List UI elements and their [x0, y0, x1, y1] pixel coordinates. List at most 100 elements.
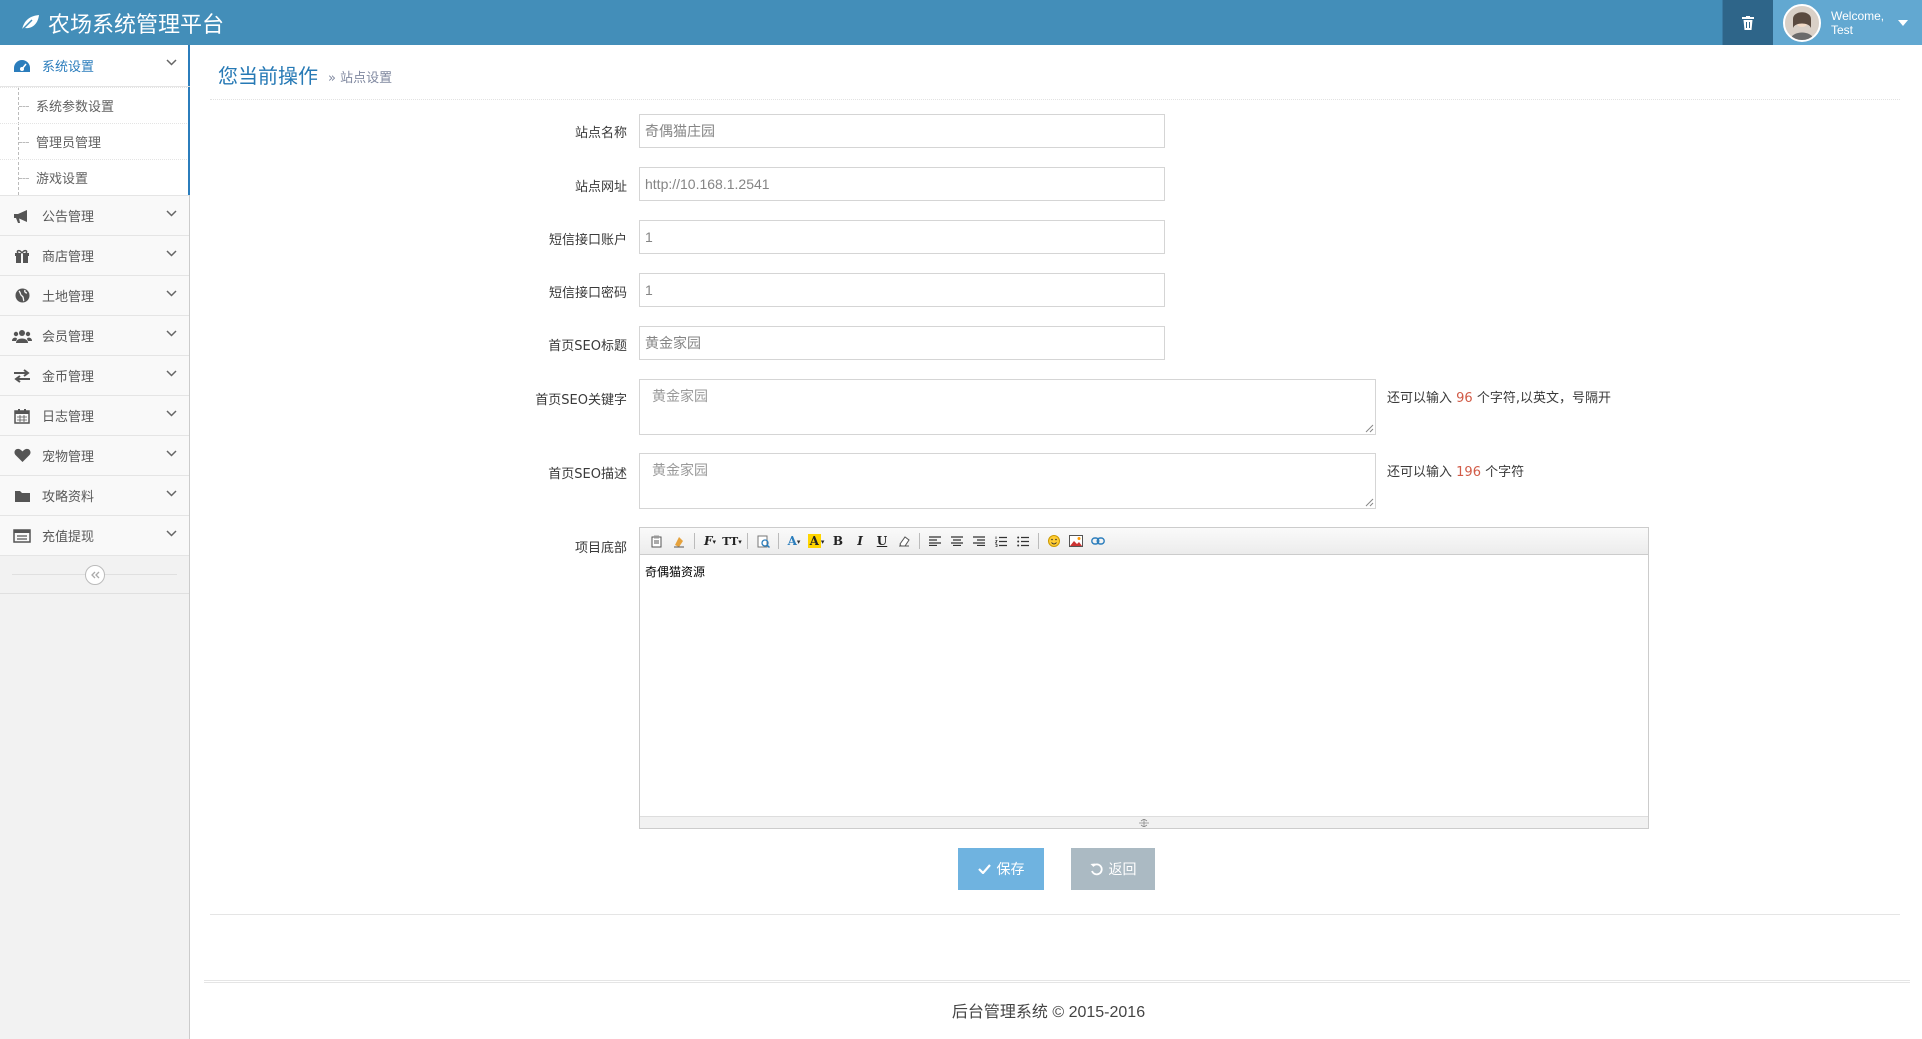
chevron-down-icon	[166, 530, 177, 537]
ordered-list-icon[interactable]	[990, 531, 1012, 551]
align-center-icon[interactable]	[946, 531, 968, 551]
trash-icon	[1741, 15, 1754, 30]
sidebar-item-label: 充值提现	[42, 530, 95, 545]
unordered-list-icon[interactable]	[1012, 531, 1034, 551]
caret-down-icon	[1898, 19, 1909, 26]
check-icon	[977, 864, 991, 874]
save-button[interactable]: 保存	[958, 848, 1044, 890]
sidebar-subitem-admins[interactable]: 管理员管理	[0, 123, 189, 159]
resize-handle-icon	[1139, 818, 1149, 827]
footer-field-label: 项目底部	[574, 541, 627, 556]
undo-icon	[1090, 862, 1103, 875]
seo-title-label: 首页SEO标题	[548, 339, 627, 354]
seo-desc-label: 首页SEO描述	[548, 467, 627, 482]
site-url-input[interactable]: http://10.168.1.2541	[639, 167, 1165, 201]
chevron-down-icon	[166, 490, 177, 497]
chevron-down-icon	[166, 59, 177, 66]
sidebar-item-label: 攻略资料	[42, 490, 95, 505]
calendar-icon	[14, 408, 30, 424]
sidebar-collapse-bar	[0, 556, 189, 594]
sidebar-subitem-game[interactable]: 游戏设置	[0, 159, 189, 195]
sidebar-item-logs[interactable]: 日志管理	[0, 396, 189, 436]
avatar	[1783, 3, 1821, 42]
sms-account-input[interactable]: 1	[639, 220, 1165, 254]
align-left-icon[interactable]	[924, 531, 946, 551]
resize-grip-icon[interactable]	[1365, 498, 1374, 507]
heart-icon	[13, 448, 31, 462]
clear-cache-button[interactable]	[1722, 0, 1772, 45]
app-title: 农场系统管理平台	[48, 12, 225, 38]
gift-icon	[15, 249, 29, 263]
globe-icon	[15, 288, 29, 303]
sidebar-item-land[interactable]: 土地管理	[0, 276, 189, 316]
rich-text-editor: F ▾ TT ▾ A ▾ A ▾ B I U 奇偶猫资源	[639, 527, 1649, 829]
sidebar-item-recharge[interactable]: 充值提现	[0, 516, 189, 556]
sidebar-item-shop[interactable]: 商店管理	[0, 236, 189, 276]
paste-icon[interactable]	[646, 531, 668, 551]
leaf-icon	[20, 14, 39, 32]
image-icon[interactable]	[1065, 531, 1087, 551]
brand[interactable]: 农场系统管理平台	[20, 0, 224, 45]
font-size-icon[interactable]: TT ▾	[721, 531, 743, 551]
chevron-down-icon	[166, 370, 177, 377]
sms-password-input[interactable]: 1	[639, 273, 1165, 307]
sidebar-item-label: 宠物管理	[42, 450, 95, 465]
sidebar-item-announcements[interactable]: 公告管理	[0, 196, 189, 236]
seo-desc-textarea[interactable]: 黄金家园	[639, 453, 1376, 509]
seo-desc-hint: 还可以输入 196 个字符	[1387, 465, 1525, 480]
seo-keywords-label: 首页SEO关键字	[535, 393, 627, 408]
breadcrumb: 您当前操作 » 站点设置	[210, 50, 1900, 100]
double-angle-left-icon	[91, 571, 100, 579]
sms-password-label: 短信接口密码	[548, 286, 627, 301]
sidebar-collapse-button[interactable]	[85, 565, 105, 585]
editor-resize-handle[interactable]	[640, 816, 1648, 828]
seo-keywords-hint: 还可以输入 96 个字符,以英文，号隔开	[1387, 391, 1611, 406]
resize-grip-icon[interactable]	[1365, 424, 1374, 433]
submenu-system-settings: 系统参数设置 管理员管理 游戏设置	[0, 87, 190, 196]
sidebar-item-guides[interactable]: 攻略资料	[0, 476, 189, 516]
user-menu[interactable]: Welcome, Test	[1772, 0, 1922, 45]
seo-title-input[interactable]: 黄金家园	[639, 326, 1165, 360]
align-right-icon[interactable]	[968, 531, 990, 551]
underline-icon[interactable]: U	[871, 531, 893, 551]
site-name-label: 站点名称	[574, 126, 627, 141]
chevron-down-icon	[166, 250, 177, 257]
footer-divider	[204, 980, 1910, 983]
exchange-icon	[14, 368, 30, 383]
sidebar-item-pets[interactable]: 宠物管理	[0, 436, 189, 476]
users-icon	[12, 329, 32, 343]
sidebar-item-label: 金币管理	[42, 370, 95, 385]
breadcrumb-current: » 站点设置	[328, 71, 393, 86]
italic-icon[interactable]: I	[849, 531, 871, 551]
link-icon[interactable]	[1087, 531, 1109, 551]
sidebar: 系统设置 系统参数设置 管理员管理 游戏设置 公告管理 商店管理 土地管理 会员…	[0, 45, 190, 1039]
chevron-down-icon	[166, 410, 177, 417]
editor-content[interactable]: 奇偶猫资源	[640, 555, 1648, 588]
eraser-icon[interactable]	[668, 531, 690, 551]
chevron-down-icon	[166, 330, 177, 337]
chevron-down-icon	[166, 290, 177, 297]
remove-format-icon[interactable]	[893, 531, 915, 551]
sidebar-item-label: 日志管理	[42, 410, 95, 425]
sidebar-item-label: 公告管理	[42, 210, 95, 225]
bold-icon[interactable]: B	[827, 531, 849, 551]
sidebar-item-coins[interactable]: 金币管理	[0, 356, 189, 396]
footer-copyright: 后台管理系统 © 2015-2016	[951, 1004, 1146, 1021]
form-divider	[210, 914, 1900, 915]
sidebar-item-label: 土地管理	[42, 290, 95, 305]
emoticon-icon[interactable]	[1043, 531, 1065, 551]
sidebar-item-system-settings[interactable]: 系统设置	[0, 45, 190, 87]
seo-keywords-textarea[interactable]: 黄金家园	[639, 379, 1376, 435]
sidebar-subitem-params[interactable]: 系统参数设置	[0, 87, 189, 123]
bullhorn-icon	[14, 209, 27, 223]
preview-icon[interactable]	[752, 531, 774, 551]
chevron-down-icon	[166, 450, 177, 457]
highlight-color-icon[interactable]: A ▾	[805, 531, 827, 551]
font-color-icon[interactable]: A ▾	[783, 531, 805, 551]
font-family-icon[interactable]: F ▾	[699, 531, 721, 551]
chevron-down-icon	[166, 210, 177, 217]
list-alt-icon	[13, 528, 31, 543]
back-button[interactable]: 返回	[1071, 848, 1155, 890]
sidebar-item-members[interactable]: 会员管理	[0, 316, 189, 356]
site-name-input[interactable]: 奇偶猫庄园	[639, 114, 1165, 148]
